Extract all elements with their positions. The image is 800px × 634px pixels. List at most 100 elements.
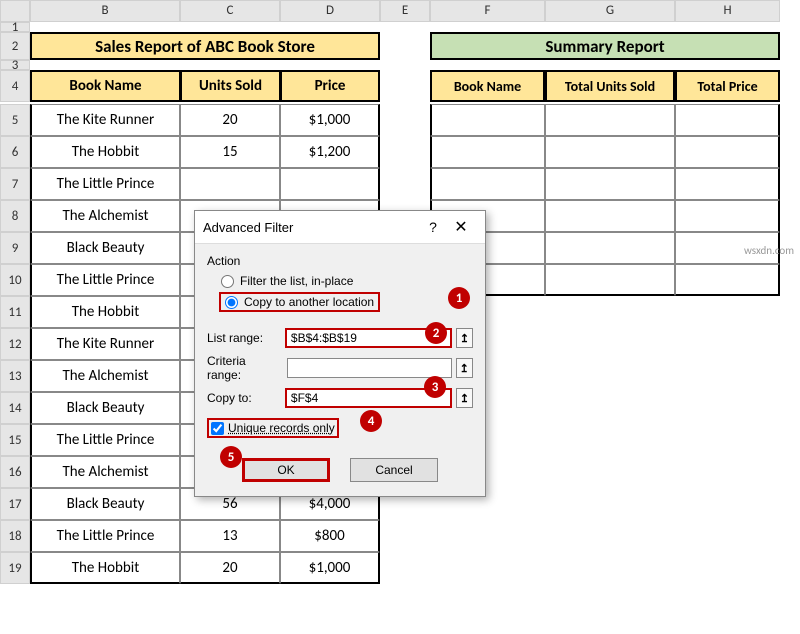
dialog-titlebar[interactable]: Advanced Filter ? ✕ [195, 211, 485, 244]
cell[interactable] [675, 552, 780, 584]
radio-input[interactable] [225, 296, 238, 309]
cell[interactable] [430, 104, 545, 136]
cell[interactable] [30, 60, 180, 70]
header-book-name[interactable]: Book Name [30, 70, 180, 102]
cell-units[interactable]: 20 [180, 552, 280, 584]
header-units-sold[interactable]: Units Sold [180, 70, 280, 102]
cell[interactable] [380, 168, 430, 200]
row-header[interactable]: 16 [0, 456, 30, 488]
cell[interactable] [380, 520, 430, 552]
cell-book-name[interactable]: The Alchemist [30, 456, 180, 488]
row-header[interactable]: 17 [0, 488, 30, 520]
cell-book-name[interactable]: The Alchemist [30, 200, 180, 232]
cell[interactable] [675, 60, 780, 70]
range-picker-icon[interactable]: ↥ [456, 358, 473, 378]
cell-book-name[interactable]: The Kite Runner [30, 104, 180, 136]
cell[interactable] [380, 104, 430, 136]
row-header[interactable]: 10 [0, 264, 30, 296]
cell[interactable] [545, 424, 675, 456]
cell[interactable] [675, 456, 780, 488]
row-header[interactable]: 19 [0, 552, 30, 584]
cell[interactable] [545, 392, 675, 424]
cell-units[interactable]: 20 [180, 104, 280, 136]
cell[interactable] [545, 520, 675, 552]
row-header[interactable]: 1 [0, 22, 30, 32]
cell-book-name[interactable]: The Hobbit [30, 136, 180, 168]
row-header[interactable]: 12 [0, 328, 30, 360]
cell-book-name[interactable]: The Hobbit [30, 296, 180, 328]
cell[interactable] [545, 22, 675, 32]
cancel-button[interactable]: Cancel [350, 458, 438, 482]
cell[interactable] [675, 392, 780, 424]
cell[interactable] [280, 22, 380, 32]
row-header[interactable]: 8 [0, 200, 30, 232]
cell-price[interactable]: $1,200 [280, 136, 380, 168]
sales-report-title[interactable]: Sales Report of ABC Book Store [30, 32, 380, 60]
cell[interactable] [545, 60, 675, 70]
cell[interactable] [430, 552, 545, 584]
cell[interactable] [545, 328, 675, 360]
cell[interactable] [380, 552, 430, 584]
col-header[interactable]: F [430, 0, 545, 22]
cell[interactable] [675, 200, 780, 232]
cell-book-name[interactable]: Black Beauty [30, 488, 180, 520]
radio-copy-location[interactable]: Copy to another location [219, 292, 380, 312]
header-total-price[interactable]: Total Price [675, 70, 780, 102]
cell[interactable] [380, 32, 430, 60]
cell[interactable] [380, 60, 430, 70]
cell[interactable] [430, 520, 545, 552]
cell[interactable] [430, 60, 545, 70]
row-header[interactable]: 15 [0, 424, 30, 456]
cell-book-name[interactable]: The Little Prince [30, 264, 180, 296]
cell[interactable] [545, 232, 675, 264]
row-header[interactable]: 5 [0, 104, 30, 136]
cell[interactable] [280, 60, 380, 70]
cell[interactable] [675, 104, 780, 136]
row-header[interactable]: 9 [0, 232, 30, 264]
cell[interactable] [675, 296, 780, 328]
range-picker-icon[interactable]: ↥ [456, 328, 473, 348]
criteria-range-input[interactable] [287, 358, 452, 378]
cell-price[interactable]: $1,000 [280, 552, 380, 584]
cell-units[interactable] [180, 168, 280, 200]
col-header[interactable]: E [380, 0, 430, 22]
radio-input[interactable] [221, 275, 234, 288]
cell[interactable] [545, 360, 675, 392]
cell[interactable] [675, 488, 780, 520]
cell[interactable] [545, 488, 675, 520]
cell[interactable] [180, 60, 280, 70]
cell[interactable] [380, 22, 430, 32]
cell[interactable] [545, 456, 675, 488]
row-header[interactable]: 3 [0, 60, 30, 70]
cell[interactable] [675, 22, 780, 32]
header-price[interactable]: Price [280, 70, 380, 102]
cell-units[interactable]: 13 [180, 520, 280, 552]
cell-book-name[interactable]: The Little Prince [30, 168, 180, 200]
cell[interactable] [180, 22, 280, 32]
cell-book-name[interactable]: The Alchemist [30, 360, 180, 392]
cell[interactable] [545, 168, 675, 200]
cell[interactable] [675, 264, 780, 296]
cell[interactable] [675, 328, 780, 360]
cell[interactable] [30, 22, 180, 32]
header-total-units[interactable]: Total Units Sold [545, 70, 675, 102]
cell[interactable] [675, 520, 780, 552]
cell-book-name[interactable]: The Little Prince [30, 424, 180, 456]
row-header[interactable]: 13 [0, 360, 30, 392]
cell-units[interactable]: 15 [180, 136, 280, 168]
row-header[interactable]: 4 [0, 70, 30, 102]
cell-book-name[interactable]: Black Beauty [30, 232, 180, 264]
ok-button[interactable]: OK [242, 458, 330, 482]
header-book-name-2[interactable]: Book Name [430, 70, 545, 102]
cell[interactable] [430, 136, 545, 168]
row-header[interactable]: 18 [0, 520, 30, 552]
col-header[interactable]: H [675, 0, 780, 22]
row-header[interactable]: 2 [0, 32, 30, 60]
cell[interactable] [545, 296, 675, 328]
cell[interactable] [545, 552, 675, 584]
row-header[interactable]: 14 [0, 392, 30, 424]
cell[interactable] [675, 424, 780, 456]
radio-filter-inplace[interactable]: Filter the list, in-place [221, 274, 473, 288]
row-header[interactable]: 11 [0, 296, 30, 328]
cell-price[interactable]: $1,000 [280, 104, 380, 136]
